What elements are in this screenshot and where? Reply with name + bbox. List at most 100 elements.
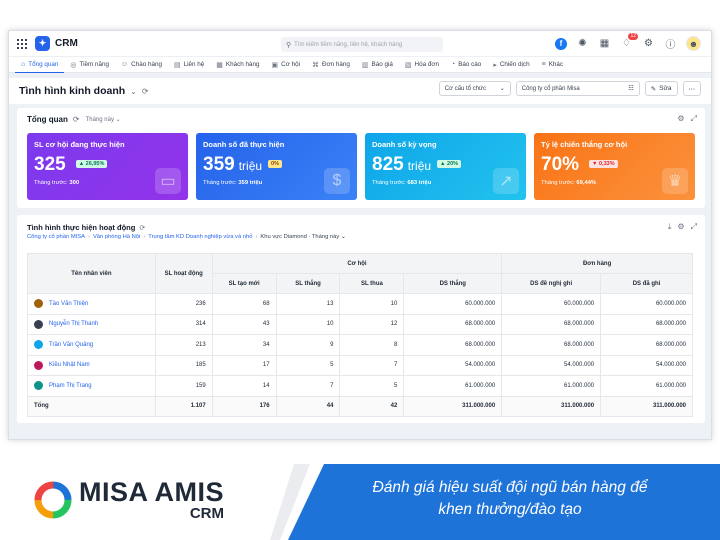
employee-name[interactable]: Phạm Thị Trang <box>49 383 92 389</box>
company-select[interactable]: Công ty cổ phần Misa ☷ <box>515 81 640 96</box>
proposed-sales-cell: 54.000.000 <box>501 354 602 376</box>
region-filter-label: Khu vực Diamond <box>260 234 307 240</box>
breadcrumb-item[interactable]: Trung tâm KD Doanh nghiệp vừa và nhỏ <box>148 234 252 240</box>
nav-item-5[interactable]: ▣ Cơ hội <box>266 57 306 73</box>
nav-item-7[interactable]: ▥ Báo giá <box>356 57 399 73</box>
nav-item-4[interactable]: ▦ Khách hàng <box>210 57 265 73</box>
new-cell: 68 <box>211 293 277 315</box>
total-won: 44 <box>275 395 341 417</box>
won-sales-cell: 54.000.000 <box>403 354 503 376</box>
employee-name[interactable]: Tào Văn Thiện <box>49 301 88 307</box>
settings-icon[interactable]: ⚙ <box>642 37 655 50</box>
facebook-icon[interactable]: f <box>555 37 567 50</box>
avatar <box>34 360 43 370</box>
kpi-label: Doanh số đã thực hiện <box>203 140 285 149</box>
nav-item-9[interactable]: ◔ Báo cáo <box>445 57 487 73</box>
breadcrumb-item[interactable]: Công ty cổ phần MISA <box>27 234 85 240</box>
total-lost: 42 <box>339 395 405 417</box>
calendar-icon[interactable]: ▦ <box>598 37 611 50</box>
help-icon[interactable]: ⓘ <box>664 37 677 51</box>
nav-item-6[interactable]: ⌘ Đơn hàng <box>306 57 356 73</box>
breadcrumb-item[interactable]: Văn phòng Hà Nội <box>93 234 140 240</box>
nav-item-label: Tổng quan <box>28 60 59 68</box>
contact-icon: ▤ <box>173 61 181 69</box>
chevron-down-icon[interactable]: ⌄ <box>130 87 137 96</box>
employee-name[interactable]: Trần Văn Quảng <box>49 342 93 348</box>
refresh-icon[interactable]: ⟳ <box>73 115 80 124</box>
org-structure-select[interactable]: Cơ cấu tổ chức ⌄ <box>438 81 511 96</box>
new-cell: 17 <box>211 354 277 376</box>
kpi-previous-value: 683 triệu <box>407 180 432 186</box>
refresh-icon[interactable]: ⟳ <box>139 224 145 232</box>
col-won-sales[interactable]: DS thắng <box>403 273 503 294</box>
more-button[interactable]: ⋯ <box>682 81 701 96</box>
col-new[interactable]: SL tạo mới <box>211 273 277 294</box>
page-header-actions: Cơ cấu tổ chức ⌄ Công ty cổ phần Misa ☷ ✎ S… <box>438 81 701 96</box>
kpi-card[interactable]: Doanh số đã thực hiện 359 triệu 0% Tháng trư… <box>196 133 357 200</box>
table-row[interactable]: Phạm Thị Trang 159 14 7 5 61.000.000 61.000.00… <box>27 375 693 397</box>
activities-cell: 314 <box>154 313 213 335</box>
expand-icon[interactable]: ⤢ <box>691 114 697 124</box>
region-filter[interactable]: Khu vực Diamond · Tháng này ⌄ <box>260 234 345 240</box>
col-recorded-sales[interactable]: DS đã ghi <box>600 273 693 294</box>
main-nav: ⌂ Tổng quan ◎ Tiềm năng ☺ Chào hàng ▤ Liên hệ ▦ K… <box>9 57 711 73</box>
search-icon: ⚲ <box>286 41 292 49</box>
col-lost[interactable]: SL thua <box>339 273 405 294</box>
integration-icon[interactable]: ✺ <box>576 37 589 50</box>
user-avatar[interactable]: ☻ <box>686 36 701 51</box>
refresh-icon[interactable]: ⟳ <box>142 87 149 96</box>
total-recorded-sales: 311.000.000 <box>600 395 693 417</box>
kpi-card[interactable]: Doanh số kỳ vọng 825 triệu ▲ 20% Tháng trước… <box>365 133 526 200</box>
kpi-previous-label: Tháng trước: <box>372 180 406 186</box>
app-title: CRM <box>55 38 78 49</box>
table-row[interactable]: Trần Văn Quảng 213 34 9 8 68.000.000 68.000.00… <box>27 334 693 356</box>
search-input[interactable]: ⚲ Tìm kiếm tiềm năng, liên hệ, khách hàn… <box>281 37 443 52</box>
app-grid-icon[interactable] <box>17 38 27 49</box>
employee-cell[interactable]: Trần Văn Quảng <box>27 334 156 356</box>
employee-cell[interactable]: Tào Văn Thiện <box>27 293 156 315</box>
expand-icon[interactable]: ⤢ <box>691 222 697 232</box>
nav-item-label: Cơ hội <box>281 61 300 68</box>
company-icon: ▦ <box>216 61 223 69</box>
download-icon[interactable]: ⤓ <box>668 222 672 232</box>
chevron-down-icon: ⌄ <box>499 86 505 92</box>
kpi-previous-label: Tháng trước: <box>541 180 575 186</box>
nav-item-8[interactable]: ▧ Hóa đơn <box>399 57 445 73</box>
nav-item-3[interactable]: ▤ Liên hệ <box>168 57 210 73</box>
nav-item-0[interactable]: ⌂ Tổng quan <box>15 57 65 73</box>
tagline: Đánh giá hiệu suất đội ngũ bán hàng để k… <box>320 477 700 521</box>
proposed-sales-cell: 68.000.000 <box>501 334 602 356</box>
period-filter[interactable]: Tháng này ⌄ <box>86 116 121 123</box>
new-cell: 43 <box>211 313 277 335</box>
employee-name[interactable]: Nguyễn Thị Thanh <box>49 321 98 327</box>
won-sales-cell: 60.000.000 <box>403 293 503 315</box>
activity-title: Tình hình thực hiện hoạt động <box>27 223 136 232</box>
nav-item-10[interactable]: ▸ Chiến dịch <box>487 57 535 73</box>
col-won[interactable]: SL thắng <box>275 273 341 294</box>
settings-icon[interactable]: ⚙ <box>677 114 684 124</box>
bell-icon[interactable]: ♢ 12 <box>620 33 638 50</box>
settings-icon[interactable]: ⚙ <box>677 222 684 232</box>
notification-badge: 12 <box>628 33 638 40</box>
col-employee[interactable]: Tên nhân viên <box>27 253 156 294</box>
kpi-card[interactable]: Tỷ lệ chiến thắng cơ hội 70% ▼ 0,33% Tháng … <box>534 133 695 200</box>
nav-item-label: Chiến dịch <box>499 61 530 68</box>
table-row[interactable]: Tào Văn Thiện 236 68 13 10 60.000.000 60.000.0… <box>27 293 693 315</box>
employee-cell[interactable]: Nguyễn Thị Thanh <box>27 313 156 335</box>
kpi-value: 825 <box>372 154 404 175</box>
edit-button[interactable]: ✎ Sửa <box>644 81 678 96</box>
nav-item-label: Khác <box>548 61 564 68</box>
table-row[interactable]: Kiều Nhật Nam 185 17 5 7 54.000.000 54.000.000… <box>27 354 693 376</box>
table-row[interactable]: Nguyễn Thị Thanh 314 43 10 12 68.000.000 68.00… <box>27 313 693 335</box>
nav-item-11[interactable]: ≡ Khác <box>536 57 569 73</box>
col-activities[interactable]: SL hoạt động <box>154 253 213 294</box>
employee-cell[interactable]: Kiều Nhật Nam <box>27 354 156 376</box>
kpi-card[interactable]: SL cơ hội đang thực hiện 325 ▲ 26,95% Tháng… <box>27 133 188 200</box>
employee-name[interactable]: Kiều Nhật Nam <box>49 362 90 368</box>
nav-item-2[interactable]: ☺ Chào hàng <box>115 57 168 73</box>
activities-cell: 185 <box>154 354 213 376</box>
nav-item-1[interactable]: ◎ Tiềm năng <box>64 57 115 73</box>
breadcrumb-separator-icon: › <box>143 234 146 240</box>
employee-cell[interactable]: Phạm Thị Trang <box>27 375 156 397</box>
col-proposed-sales[interactable]: DS đề nghị ghi <box>501 273 602 294</box>
